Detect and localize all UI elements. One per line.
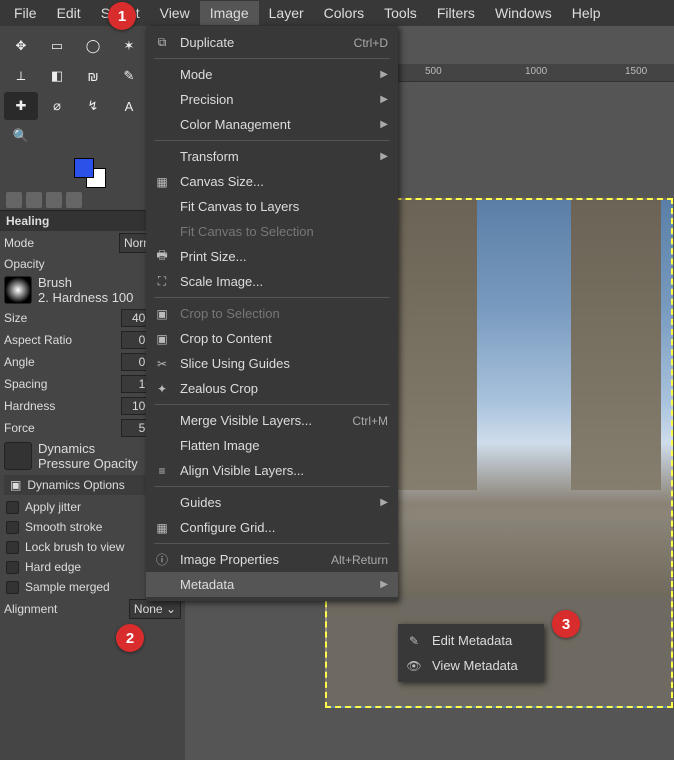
menu-transform[interactable]: Transform▶ (146, 144, 398, 169)
annotation-badge-1: 1 (108, 2, 136, 30)
menu-edit[interactable]: Edit (47, 1, 91, 25)
slice-icon: ✂ (154, 357, 170, 371)
info-icon: ⓘ (154, 551, 170, 568)
menu-tools[interactable]: Tools (374, 1, 427, 25)
menu-colors[interactable]: Colors (314, 1, 374, 25)
rect-select-tool[interactable]: ▭ (40, 32, 74, 60)
building-left (387, 200, 477, 490)
menu-print-size[interactable]: 🖶Print Size... (146, 244, 398, 269)
print-size-icon: 🖶 (154, 246, 170, 267)
menu-windows[interactable]: Windows (485, 1, 562, 25)
crop-tool[interactable]: ⟂ (4, 62, 38, 90)
menubar: File Edit Select View Image Layer Colors… (0, 0, 674, 26)
view-icon: 👁 (406, 659, 422, 673)
building-right (571, 200, 661, 490)
scale-icon: ⛶ (154, 274, 170, 289)
menu-fit-canvas-selection: Fit Canvas to Selection (146, 219, 398, 244)
zoom-tool[interactable]: 🔍 (4, 122, 38, 150)
image-menu-dropdown: ⧉DuplicateCtrl+D Mode▶ Precision▶ Color … (146, 26, 398, 601)
path-tool[interactable]: ↯ (76, 92, 110, 120)
annotation-badge-2: 2 (116, 624, 144, 652)
tab-tool-options[interactable] (6, 192, 22, 208)
menu-filters[interactable]: Filters (427, 1, 485, 25)
menu-zealous-crop[interactable]: ✦Zealous Crop (146, 376, 398, 401)
edit-icon: ✎ (406, 634, 422, 648)
menu-view[interactable]: View (150, 1, 200, 25)
transform-tool[interactable]: ◧ (40, 62, 74, 90)
mode-label: Mode (4, 236, 115, 250)
spacing-label: Spacing (4, 377, 121, 391)
align-icon: ≡ (154, 464, 170, 478)
menu-metadata[interactable]: Metadata▶ (146, 572, 398, 597)
menu-edit-metadata[interactable]: ✎Edit Metadata (398, 628, 544, 653)
size-label: Size (4, 311, 121, 325)
chevron-right-icon: ▶ (380, 497, 388, 508)
chevron-right-icon: ▶ (380, 69, 388, 80)
zealous-icon: ✦ (154, 382, 170, 396)
menu-crop-to-content[interactable]: ▣Crop to Content (146, 326, 398, 351)
tab-images[interactable] (66, 192, 82, 208)
expand-icon: ▣ (10, 478, 21, 492)
menu-flatten-image[interactable]: Flatten Image (146, 433, 398, 458)
menu-slice-using-guides[interactable]: ✂Slice Using Guides (146, 351, 398, 376)
grid-icon: ▦ (154, 521, 170, 535)
paintbrush-tool[interactable]: ✎ (112, 62, 146, 90)
menu-crop-to-selection: ▣Crop to Selection (146, 301, 398, 326)
alignment-select[interactable]: None ⌄ (129, 599, 181, 619)
alignment-label: Alignment (4, 602, 125, 616)
menu-guides[interactable]: Guides▶ (146, 490, 398, 515)
text-tool[interactable]: A (112, 92, 146, 120)
chevron-right-icon: ▶ (380, 94, 388, 105)
fuzzy-select-tool[interactable]: ✶ (112, 32, 146, 60)
hardness-label: Hardness (4, 399, 121, 413)
menu-layer[interactable]: Layer (259, 1, 314, 25)
aspect-label: Aspect Ratio (4, 333, 121, 347)
foreground-color[interactable] (74, 158, 94, 178)
menu-configure-grid[interactable]: ▦Configure Grid... (146, 515, 398, 540)
menu-help[interactable]: Help (562, 1, 611, 25)
menu-align-visible-layers[interactable]: ≡Align Visible Layers... (146, 458, 398, 483)
dynamics-thumb[interactable] (4, 442, 32, 470)
duplicate-icon: ⧉ (154, 35, 170, 50)
menu-fit-canvas-layers[interactable]: Fit Canvas to Layers (146, 194, 398, 219)
menu-mode[interactable]: Mode▶ (146, 62, 398, 87)
angle-label: Angle (4, 355, 121, 369)
menu-color-management[interactable]: Color Management▶ (146, 112, 398, 137)
warp-tool[interactable]: ₪ (76, 62, 110, 90)
chevron-right-icon: ▶ (380, 119, 388, 130)
tab-undo-history[interactable] (46, 192, 62, 208)
free-select-tool[interactable]: ◯ (76, 32, 110, 60)
menu-image[interactable]: Image (200, 1, 259, 25)
chevron-right-icon: ▶ (380, 151, 388, 162)
heal-tool[interactable]: ✚ (4, 92, 38, 120)
crop-icon: ▣ (154, 307, 170, 321)
move-tool[interactable]: ✥ (4, 32, 38, 60)
canvas-size-icon: ▦ (154, 175, 170, 189)
crop-icon: ▣ (154, 332, 170, 346)
menu-view-metadata[interactable]: 👁View Metadata (398, 653, 544, 678)
menu-scale-image[interactable]: ⛶Scale Image... (146, 269, 398, 294)
menu-image-properties[interactable]: ⓘImage PropertiesAlt+Return (146, 547, 398, 572)
annotation-badge-3: 3 (552, 610, 580, 638)
menu-precision[interactable]: Precision▶ (146, 87, 398, 112)
brush-thumbnail[interactable] (4, 276, 32, 304)
chevron-right-icon: ▶ (380, 579, 388, 590)
force-label: Force (4, 421, 121, 435)
metadata-submenu: ✎Edit Metadata 👁View Metadata (398, 624, 544, 682)
menu-canvas-size[interactable]: ▦Canvas Size... (146, 169, 398, 194)
clone-tool[interactable]: ⌀ (40, 92, 74, 120)
menu-duplicate[interactable]: ⧉DuplicateCtrl+D (146, 30, 398, 55)
menu-merge-visible-layers[interactable]: Merge Visible Layers...Ctrl+M (146, 408, 398, 433)
menu-file[interactable]: File (4, 1, 47, 25)
tab-device-status[interactable] (26, 192, 42, 208)
